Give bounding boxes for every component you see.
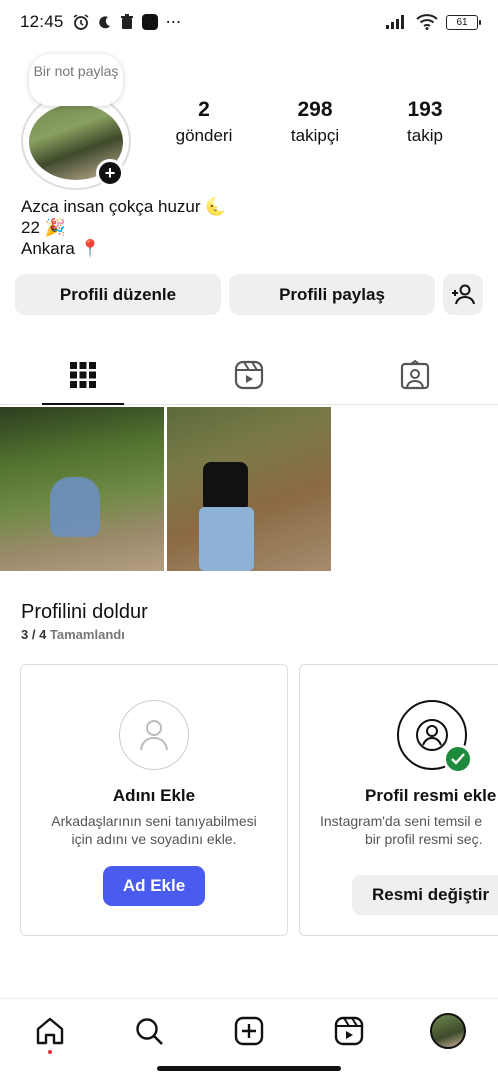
profile-avatar-icon	[430, 1012, 467, 1049]
tab-reels[interactable]	[166, 345, 332, 404]
bio-line: 22 🎉	[21, 218, 66, 237]
alarm-icon	[72, 13, 90, 31]
profile-bio: Azca insan çokça huzur 🌜 22 🎉 Ankara 📍	[21, 196, 226, 259]
create-post-icon	[234, 1016, 264, 1045]
post-thumbnail[interactable]	[0, 407, 164, 571]
post-thumbnail[interactable]	[167, 407, 331, 571]
stat-followers[interactable]: 298 takipçi	[248, 98, 382, 146]
card-description: Arkadaşlarının seni tanıyabilmesi için a…	[51, 813, 257, 847]
reels-icon	[334, 1016, 363, 1045]
stat-label: takip	[407, 126, 443, 145]
stat-following[interactable]: 193 takip	[382, 98, 468, 146]
add-name-card: Adını Ekle Arkadaşlarının seni tanıyabil…	[20, 664, 288, 936]
bio-line: Azca insan çokça huzur 🌜	[21, 197, 227, 216]
progress-label: Tamamlandı	[49, 627, 125, 642]
nav-reels[interactable]	[324, 1006, 374, 1056]
bottom-navigation	[0, 998, 498, 1062]
profile-stats: 2 gönderi 298 takipçi 193 takip	[160, 98, 490, 146]
stat-value: 193	[407, 98, 443, 121]
profile-tabs	[0, 345, 498, 405]
nav-create[interactable]	[224, 1006, 274, 1056]
discover-people-button[interactable]	[443, 274, 483, 315]
bio-line: Ankara 📍	[21, 239, 101, 258]
home-icon	[36, 1017, 63, 1044]
stat-label: takipçi	[290, 126, 340, 145]
signal-icon	[386, 15, 408, 29]
nav-home[interactable]	[25, 1006, 75, 1056]
nav-profile[interactable]	[423, 1006, 473, 1056]
status-time: 12:45	[20, 12, 64, 31]
notification-dot	[47, 1049, 52, 1054]
nav-search[interactable]	[124, 1006, 174, 1056]
change-photo-button[interactable]: Resmi değiştir	[352, 875, 498, 915]
stat-value: 2	[198, 98, 210, 121]
trash-icon	[120, 14, 134, 30]
share-profile-button[interactable]: Profili paylaş	[229, 274, 435, 315]
person-icon	[119, 700, 189, 770]
add-story-icon[interactable]: +	[96, 159, 124, 187]
card-title: Adını Ekle	[112, 786, 196, 805]
stat-posts[interactable]: 2 gönderi	[160, 98, 248, 146]
moon-icon	[98, 15, 112, 29]
stat-value: 298	[297, 98, 333, 121]
profile-photo-icon	[397, 700, 473, 774]
battery-indicator: 61	[446, 14, 481, 30]
status-bar: 12:45 ⋯ 61	[0, 0, 498, 44]
check-icon	[443, 744, 473, 774]
add-profile-photo-card: Profil resmi ekle Instagram'da seni tems…	[299, 664, 498, 936]
tab-posts-grid[interactable]	[0, 345, 166, 405]
app-notification-icon	[141, 14, 158, 30]
edit-profile-button[interactable]: Profili düzenle	[15, 274, 221, 315]
card-description-line: bir profil resmi seç.	[365, 831, 483, 847]
add-person-icon	[452, 284, 475, 304]
add-name-button[interactable]: Ad Ekle	[102, 866, 206, 906]
card-title: Profil resmi ekle	[365, 786, 497, 805]
search-icon	[136, 1017, 164, 1045]
complete-profile-title: Profilini doldur	[21, 601, 148, 623]
grid-icon	[70, 361, 96, 388]
reels-icon	[234, 360, 264, 389]
tagged-icon	[400, 359, 430, 389]
wifi-icon	[416, 14, 438, 30]
note-bubble[interactable]: Bir not paylaş	[29, 54, 123, 106]
card-description-line: Instagram'da seni temsil e	[320, 813, 483, 829]
gesture-home-bar[interactable]	[157, 1066, 341, 1071]
more-notifications-icon: ⋯	[165, 14, 183, 31]
profile-actions: Profili düzenle Profili paylaş	[15, 274, 483, 315]
card-description: Instagram'da seni temsil e bir profil re…	[300, 812, 498, 848]
progress-count: 3 / 4	[21, 627, 47, 642]
tab-tagged[interactable]	[332, 345, 498, 404]
stat-label: gönderi	[175, 126, 233, 145]
posts-grid	[0, 407, 498, 571]
complete-profile-progress: 3 / 4 Tamamlandı	[21, 627, 125, 642]
